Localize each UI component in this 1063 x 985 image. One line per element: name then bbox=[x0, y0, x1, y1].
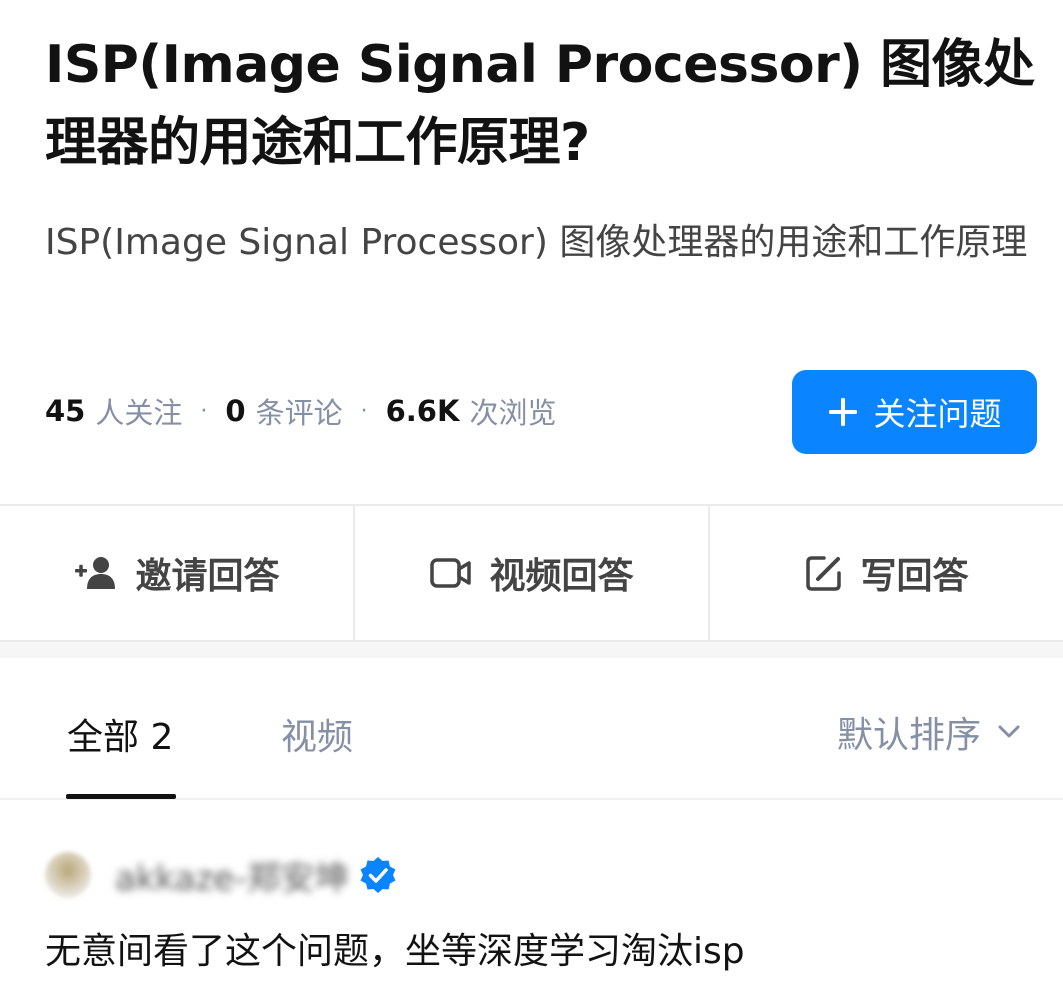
active-tab-indicator bbox=[66, 794, 176, 799]
follow-question-button[interactable]: 关注问题 bbox=[792, 370, 1037, 454]
question-description: ISP(Image Signal Processor) 图像处理器的用途和工作原… bbox=[45, 222, 1028, 263]
followers-count: 45 bbox=[45, 394, 86, 428]
plus-icon bbox=[829, 398, 858, 426]
comments-count: 0 bbox=[225, 394, 246, 428]
tab-all[interactable]: 全部 2 bbox=[67, 708, 173, 760]
answer-author-row[interactable]: akkaze-郑安坤 bbox=[45, 848, 398, 902]
question-title: ISP(Image Signal Processor) 图像处理器的用途和工作原… bbox=[45, 35, 1035, 173]
video-camera-icon bbox=[430, 558, 472, 588]
sort-dropdown[interactable]: 默认排序 bbox=[837, 706, 1021, 758]
stats-separator: · bbox=[360, 398, 368, 424]
views-label: 次浏览 bbox=[469, 396, 557, 430]
question-stats: 45 人关注 · 0 条评论 · 6.6K 次浏览 bbox=[45, 390, 556, 432]
verified-badge-icon bbox=[360, 857, 396, 893]
sort-label: 默认排序 bbox=[836, 715, 981, 756]
answer-tabs: 全部 2 视频 默认排序 bbox=[0, 658, 1063, 800]
avatar[interactable] bbox=[45, 852, 91, 898]
chevron-down-icon bbox=[998, 725, 1020, 738]
tab-video[interactable]: 视频 bbox=[281, 708, 353, 760]
follow-question-label: 关注问题 bbox=[873, 395, 1002, 433]
video-answer-button[interactable]: 视频回答 bbox=[353, 506, 708, 640]
views-count: 6.6K bbox=[385, 394, 460, 428]
write-answer-button[interactable]: 写回答 bbox=[708, 506, 1063, 640]
answer-action-bar: 邀请回答 视频回答 写回答 bbox=[0, 504, 1063, 642]
section-divider bbox=[0, 642, 1063, 658]
invite-answer-button[interactable]: 邀请回答 bbox=[0, 506, 353, 640]
answer-excerpt[interactable]: 无意间看了这个问题，坐等深度学习淘汰isp bbox=[45, 925, 745, 979]
stats-separator: · bbox=[200, 398, 208, 424]
invite-answer-label: 邀请回答 bbox=[135, 556, 280, 597]
write-answer-label: 写回答 bbox=[860, 556, 969, 597]
followers-label: 人关注 bbox=[95, 396, 183, 430]
edit-icon bbox=[806, 556, 842, 591]
author-name[interactable]: akkaze-郑安坤 bbox=[115, 851, 348, 900]
video-answer-label: 视频回答 bbox=[489, 556, 634, 597]
add-person-icon bbox=[75, 557, 116, 589]
comments-label[interactable]: 条评论 bbox=[256, 390, 343, 432]
